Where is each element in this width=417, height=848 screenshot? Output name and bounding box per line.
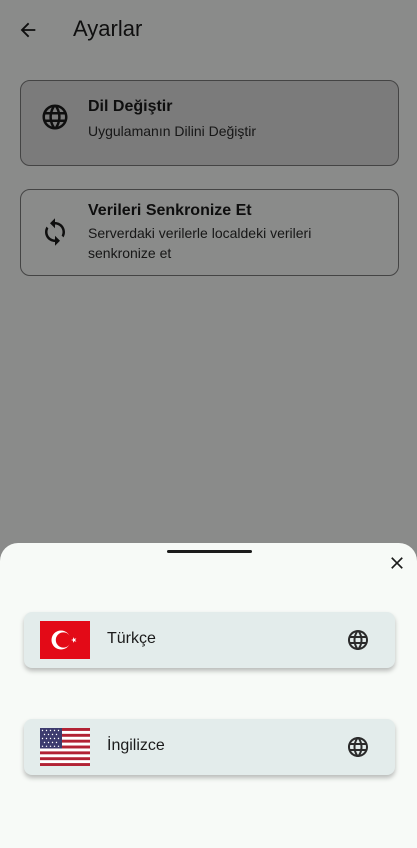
language-label: İngilizce: [107, 737, 165, 754]
language-bottom-sheet: Türkçe İngilizce: [0, 543, 417, 848]
globe-icon: [348, 630, 368, 650]
language-label: Türkçe: [107, 630, 156, 647]
usa-flag-icon: [40, 728, 90, 766]
close-button[interactable]: [384, 550, 410, 576]
close-icon: [391, 557, 403, 569]
language-option-turkish[interactable]: Türkçe: [24, 612, 395, 668]
globe-icon: [348, 737, 368, 757]
drag-handle[interactable]: [167, 550, 252, 553]
turkey-flag-icon: [40, 621, 90, 659]
language-option-english[interactable]: İngilizce: [24, 719, 395, 775]
